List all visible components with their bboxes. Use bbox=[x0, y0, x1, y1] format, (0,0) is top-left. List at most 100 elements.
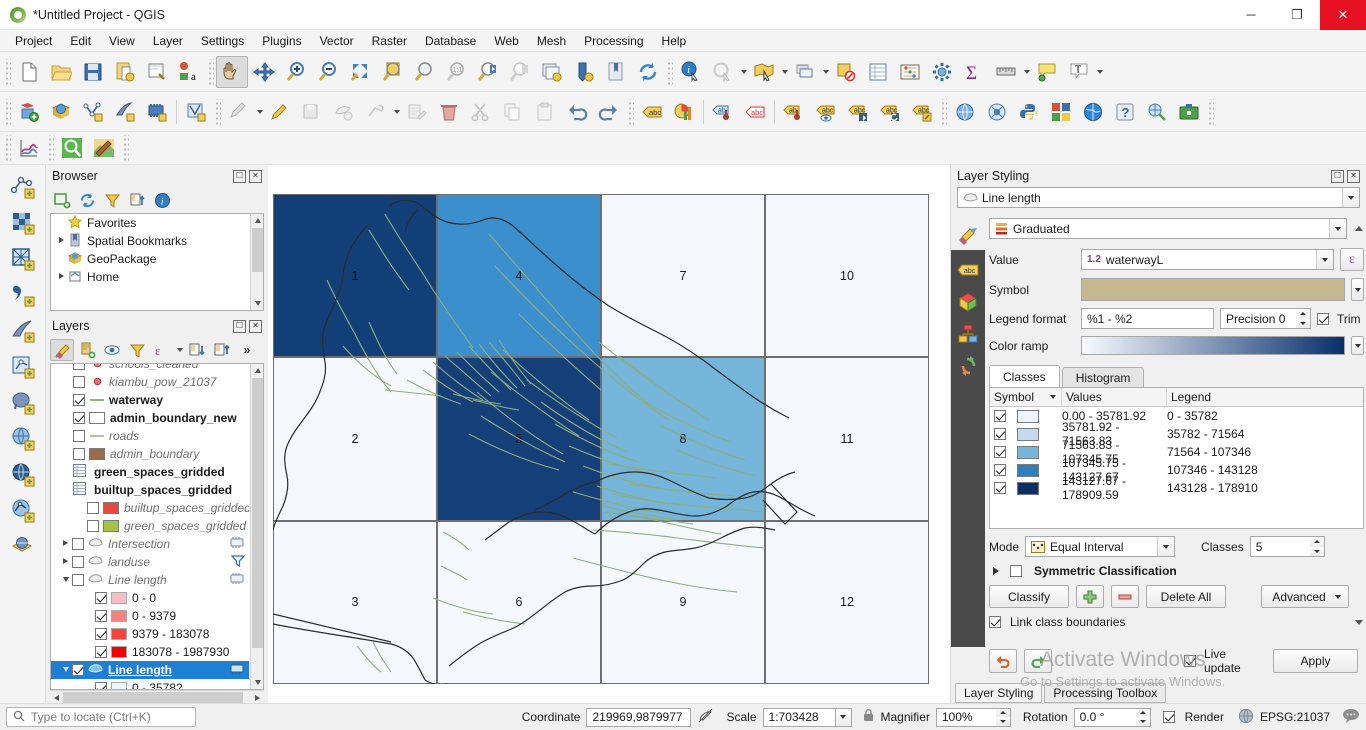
class-row[interactable]: 71563.83 - 107345.75 71564 - 107346 bbox=[990, 438, 1363, 466]
layer-row-line-length-selected[interactable]: Line length bbox=[51, 661, 249, 679]
layer-checkbox[interactable] bbox=[87, 502, 99, 514]
layer-checkbox[interactable] bbox=[72, 538, 84, 550]
scroll-down-arrow[interactable] bbox=[251, 297, 263, 310]
chevron-down-icon[interactable] bbox=[392, 96, 401, 128]
add-postgis-layer-icon[interactable] bbox=[6, 385, 40, 421]
chevron-down-icon[interactable] bbox=[1342, 188, 1359, 207]
layer-row-green-class[interactable]: green_spaces_gridded bbox=[51, 517, 249, 535]
maximize-button[interactable]: ❐ bbox=[1274, 0, 1320, 30]
scroll-thumb[interactable] bbox=[252, 378, 263, 648]
plugin-manager-icon[interactable] bbox=[1045, 96, 1077, 128]
epsilon-expression-icon[interactable]: ε bbox=[1340, 248, 1364, 271]
add-layer-icon[interactable] bbox=[50, 189, 74, 211]
collapse-all-icon[interactable] bbox=[210, 339, 234, 361]
class-color-swatch[interactable] bbox=[1017, 427, 1039, 441]
menu-database[interactable]: Database bbox=[416, 32, 485, 50]
properties-info-icon[interactable]: i bbox=[150, 189, 174, 211]
layer-checkbox[interactable] bbox=[72, 574, 84, 586]
class-checkbox[interactable] bbox=[95, 646, 107, 658]
grid-cell[interactable]: 7 bbox=[601, 194, 765, 358]
layer-row-class-0-0[interactable]: 0 - 0 bbox=[51, 589, 249, 607]
menu-vector[interactable]: Vector bbox=[311, 32, 363, 50]
save-project-as-icon[interactable] bbox=[109, 56, 141, 88]
zoom-native-icon[interactable]: 1:1 bbox=[440, 56, 472, 88]
rotation-stepper[interactable] bbox=[1135, 707, 1151, 727]
chevron-down-icon[interactable] bbox=[821, 56, 830, 88]
layer-row-class-9379-183078[interactable]: 9379 - 183078 bbox=[51, 625, 249, 643]
highlight-labels-icon[interactable]: abc bbox=[739, 96, 771, 128]
layer-row-roads[interactable]: roads bbox=[51, 427, 249, 445]
layer-row-schools-cleaned[interactable]: schools_cleaned bbox=[51, 364, 249, 373]
layer-checkbox[interactable] bbox=[73, 412, 85, 424]
dock-tab-processing-toolbox[interactable]: Processing Toolbox bbox=[1044, 683, 1167, 703]
menu-web[interactable]: Web bbox=[485, 32, 527, 50]
text-annotation-icon[interactable]: T bbox=[1063, 56, 1095, 88]
show-bookmarks-icon[interactable] bbox=[600, 56, 632, 88]
browser-item-geopackage[interactable]: GeoPackage bbox=[51, 250, 263, 268]
toolbar-grip[interactable] bbox=[666, 58, 673, 85]
class-row[interactable]: 0.00 - 35781.92 0 - 35782 bbox=[990, 407, 1363, 425]
class-row[interactable]: 35781.92 - 71563.83 35782 - 71564 bbox=[990, 420, 1363, 448]
3d-view-icon[interactable] bbox=[954, 286, 982, 318]
render-checkbox[interactable] bbox=[1162, 711, 1175, 723]
map-tips-icon[interactable] bbox=[1031, 56, 1063, 88]
label-properties-icon[interactable]: abc bbox=[906, 96, 938, 128]
class-row[interactable]: 107345.75 - 143127.67 107346 - 143128 bbox=[990, 456, 1363, 484]
layers-tree[interactable]: schools_cleaned kiambu_pow_21037 waterwa… bbox=[50, 363, 264, 690]
zoom-last-icon[interactable] bbox=[472, 56, 504, 88]
class-color-swatch[interactable] bbox=[1017, 445, 1039, 459]
color-ramp-dropdown-icon[interactable] bbox=[1351, 336, 1364, 355]
toolbar-grip[interactable] bbox=[627, 98, 634, 125]
browser-scrollbar[interactable] bbox=[250, 214, 263, 310]
add-raster-layer-icon[interactable] bbox=[6, 205, 40, 241]
class-visibility-checkbox[interactable] bbox=[994, 464, 1006, 476]
add-raster-layer-icon[interactable] bbox=[45, 96, 77, 128]
value-field-combo[interactable]: 1.2 waterwayL bbox=[1081, 249, 1334, 270]
scroll-thumb[interactable] bbox=[252, 228, 263, 272]
processing-toolbox-icon[interactable] bbox=[1173, 96, 1205, 128]
column-header-symbol[interactable]: Symbol bbox=[990, 388, 1062, 406]
tab-classes[interactable]: Classes bbox=[989, 365, 1060, 387]
layer-row-class-183078-1987930[interactable]: 183078 - 1987930 bbox=[51, 643, 249, 661]
scroll-up-arrow[interactable] bbox=[251, 364, 263, 377]
history-icon[interactable] bbox=[954, 350, 982, 382]
scroll-thumb[interactable] bbox=[63, 692, 243, 703]
live-update-checkbox[interactable] bbox=[1184, 655, 1196, 667]
layers-scrollbar[interactable] bbox=[250, 364, 263, 689]
class-color-swatch[interactable] bbox=[1017, 481, 1039, 495]
add-mesh-layer-icon[interactable] bbox=[141, 96, 173, 128]
layers-hscrollbar[interactable] bbox=[50, 690, 264, 703]
vertex-tool-icon[interactable] bbox=[360, 96, 392, 128]
globe-icon[interactable] bbox=[1238, 708, 1254, 727]
copy-features-icon[interactable] bbox=[497, 96, 529, 128]
link-class-boundaries-checkbox[interactable] bbox=[989, 616, 1001, 628]
remove-class-button[interactable] bbox=[1111, 585, 1139, 608]
redo-style-button[interactable] bbox=[1024, 649, 1052, 673]
add-wcs-layer-icon[interactable] bbox=[6, 493, 40, 529]
column-header-values[interactable]: Values bbox=[1062, 388, 1167, 406]
filter-legend-icon[interactable] bbox=[125, 339, 149, 361]
class-visibility-checkbox[interactable] bbox=[994, 446, 1006, 458]
grid-cell[interactable]: 10 bbox=[765, 194, 929, 358]
plot-tool-icon[interactable] bbox=[13, 132, 45, 164]
filter-browser-icon[interactable] bbox=[100, 189, 124, 211]
grid-cell[interactable]: 12 bbox=[765, 520, 929, 684]
expander[interactable] bbox=[55, 237, 68, 245]
layer-checkbox[interactable] bbox=[73, 448, 85, 460]
scroll-up-arrow[interactable] bbox=[251, 214, 263, 227]
class-visibility-checkbox[interactable] bbox=[994, 410, 1006, 422]
chevron-down-icon[interactable] bbox=[1022, 56, 1031, 88]
trim-checkbox[interactable] bbox=[1317, 312, 1329, 325]
add-delimited-text-icon[interactable] bbox=[77, 96, 109, 128]
labels-icon[interactable]: abc bbox=[954, 254, 982, 286]
rotate-label-icon[interactable]: abc bbox=[842, 96, 874, 128]
new-project-icon[interactable] bbox=[13, 56, 45, 88]
zoom-to-layer-icon[interactable] bbox=[408, 56, 440, 88]
expand-all-icon[interactable] bbox=[185, 339, 209, 361]
layer-checkbox[interactable] bbox=[72, 556, 84, 568]
layer-selector-combo[interactable]: Line length bbox=[957, 187, 1360, 208]
layer-checkbox[interactable] bbox=[73, 364, 85, 370]
diagram-layer-icon[interactable] bbox=[668, 96, 700, 128]
scroll-down-arrow[interactable] bbox=[251, 676, 263, 689]
expander[interactable] bbox=[59, 540, 72, 548]
